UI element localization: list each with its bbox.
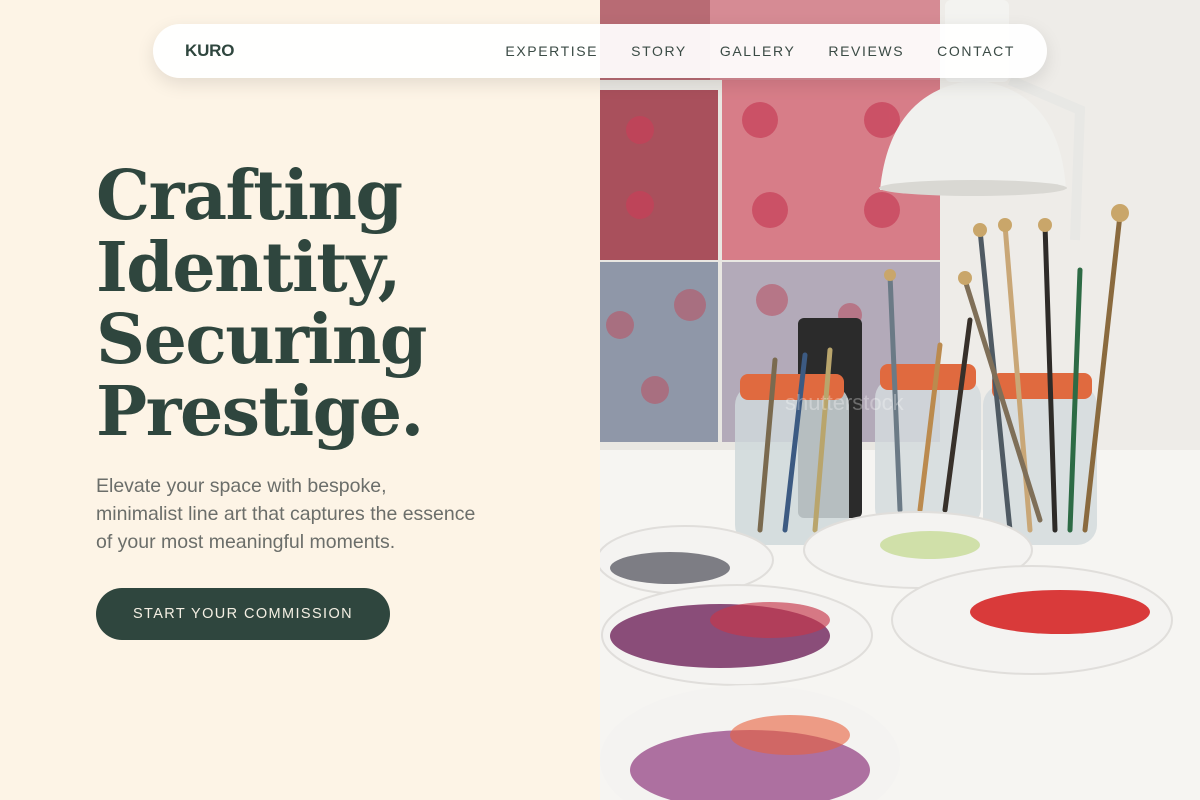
hero-subtitle: Elevate your space with bespoke, minimal… (96, 472, 526, 556)
nav-links: EXPERTISE STORY GALLERY REVIEWS CONTACT (472, 43, 1015, 59)
hero-title-line: Identity, (96, 228, 401, 308)
nav-link-gallery[interactable]: GALLERY (720, 43, 796, 59)
art-studio-photo: shutterstock (600, 0, 1200, 800)
hero-title-line: Crafting (96, 156, 403, 236)
nav-link-expertise[interactable]: EXPERTISE (505, 43, 598, 59)
nav-link-story[interactable]: STORY (631, 43, 687, 59)
hero-title: Crafting Identity, Securing Prestige. (96, 156, 427, 452)
brand-logo[interactable]: KURO (185, 41, 234, 61)
nav-link-reviews[interactable]: REVIEWS (828, 43, 904, 59)
watermark-text: shutterstock (785, 390, 905, 415)
top-navbar: KURO EXPERTISE STORY GALLERY REVIEWS CON… (153, 24, 1047, 78)
hero-title-line: Securing (96, 300, 427, 380)
nav-link-contact[interactable]: CONTACT (937, 43, 1015, 59)
hero-photo: shutterstock (600, 0, 1200, 800)
hero-title-line: Prestige. (96, 372, 424, 452)
hero-subtitle-line: minimalist line art that captures the es… (96, 503, 476, 525)
hero-subtitle-line: of your most meaningful moments. (96, 531, 396, 553)
start-commission-button[interactable]: START YOUR COMMISSION (96, 588, 390, 640)
hero-subtitle-line: Elevate your space with bespoke, (96, 475, 387, 497)
